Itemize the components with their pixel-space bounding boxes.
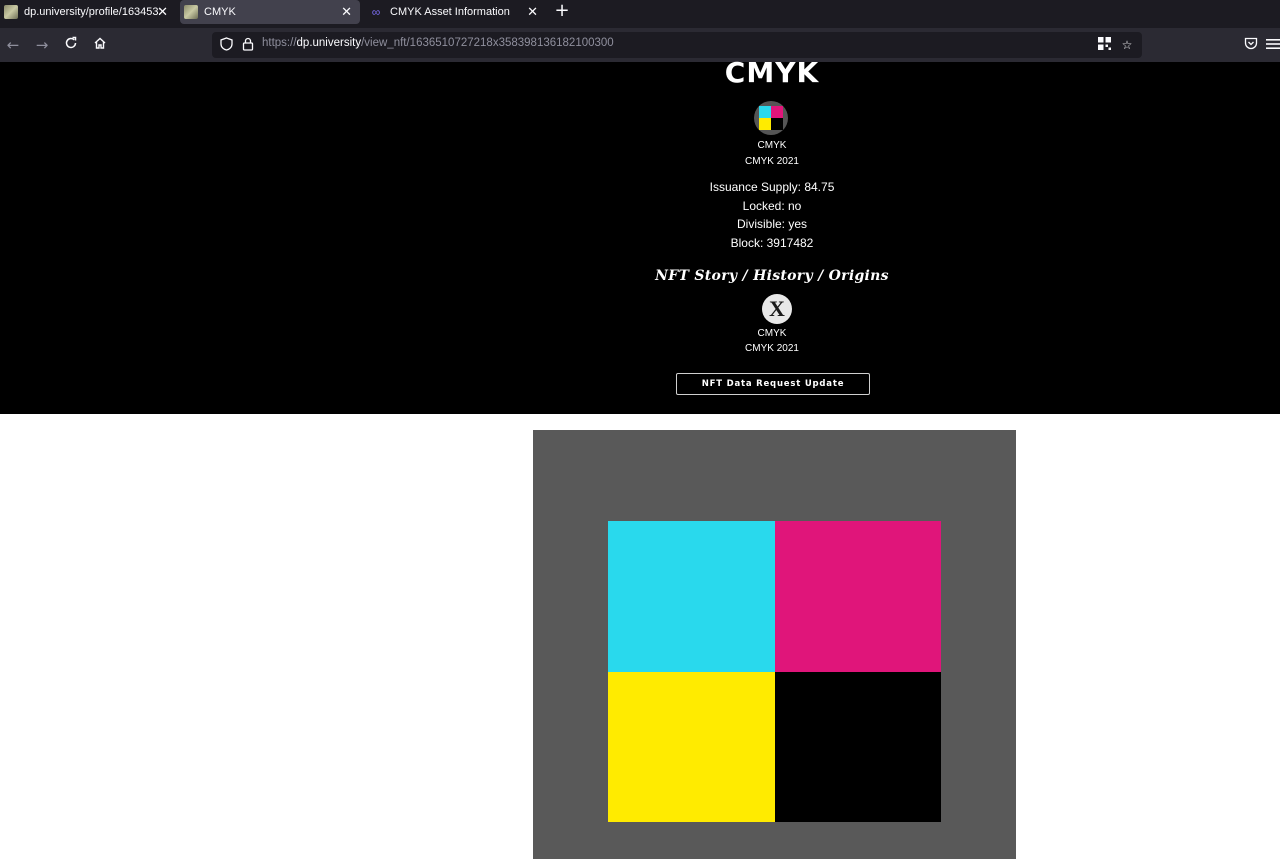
- issuance-supply: Issuance Supply: 84.75: [709, 180, 835, 194]
- creator-avatar: X: [762, 294, 792, 324]
- tab-bar: dp.university/profile/16345323 ✕ CMYK ✕ …: [0, 0, 1280, 28]
- tab-asset-information[interactable]: ∞ CMYK Asset Information ✕: [364, 0, 546, 24]
- url-text: https://dp.university/view_nft/163651072…: [262, 37, 614, 49]
- reload-icon[interactable]: [61, 35, 81, 55]
- story-subtitle: CMYK 2021: [745, 343, 799, 354]
- story-heading: NFT Story / History / Origins: [655, 268, 889, 284]
- qr-code-icon[interactable]: [1096, 37, 1112, 53]
- asset-avatar: [754, 101, 788, 135]
- divisible-status: Divisible: yes: [736, 217, 808, 231]
- black-square-icon: [771, 118, 783, 130]
- star-icon[interactable]: ☆: [1119, 37, 1135, 53]
- tab-label: dp.university/profile/16345323: [24, 6, 160, 18]
- plus-icon[interactable]: +: [552, 1, 572, 21]
- home-icon[interactable]: [90, 35, 110, 55]
- tab-label: CMYK: [204, 6, 236, 18]
- yellow-square-icon: [759, 118, 771, 130]
- locked-status: Locked: no: [742, 199, 802, 213]
- arrow-right-icon[interactable]: →: [32, 35, 52, 55]
- menu-icon[interactable]: [1266, 35, 1280, 55]
- cyan-square-icon: [759, 106, 771, 118]
- asset-name: CMYK: [757, 140, 787, 151]
- asset-subtitle: CMYK 2021: [745, 156, 799, 167]
- site-favicon-icon: [184, 5, 198, 19]
- magenta-block: [775, 521, 941, 672]
- block-number: Block: 3917482: [730, 236, 814, 250]
- nft-image: [533, 430, 1016, 859]
- pocket-icon[interactable]: [1241, 35, 1261, 55]
- site-favicon-icon: [4, 5, 18, 19]
- cyan-block: [608, 521, 775, 672]
- tab-cmyk[interactable]: CMYK ✕: [180, 0, 360, 24]
- story-name: CMYK: [757, 328, 787, 339]
- magenta-square-icon: [771, 106, 783, 118]
- arrow-left-icon[interactable]: ←: [3, 35, 23, 55]
- close-icon[interactable]: ✕: [157, 4, 168, 20]
- yellow-block: [608, 672, 775, 822]
- nft-data-request-update-button[interactable]: NFT Data Request Update: [676, 373, 870, 395]
- infinity-icon: ∞: [371, 5, 381, 19]
- close-icon[interactable]: ✕: [341, 4, 352, 20]
- black-block: [775, 672, 941, 822]
- tab-label: CMYK Asset Information: [390, 6, 510, 18]
- asset-title: CMYK: [724, 56, 820, 89]
- close-icon[interactable]: ✕: [527, 4, 538, 20]
- tab-profile[interactable]: dp.university/profile/16345323 ✕: [0, 0, 176, 24]
- asset-header: CMYK CMYK CMYK 2021 Issuance Supply: 84.…: [0, 56, 1280, 414]
- lock-icon[interactable]: [240, 37, 256, 53]
- shield-icon[interactable]: [218, 37, 234, 53]
- x-logo-icon: X: [769, 296, 785, 321]
- address-bar[interactable]: https://dp.university/view_nft/163651072…: [212, 32, 1142, 58]
- navigation-bar: ← → https://dp.university/view_nft/16365…: [0, 28, 1280, 62]
